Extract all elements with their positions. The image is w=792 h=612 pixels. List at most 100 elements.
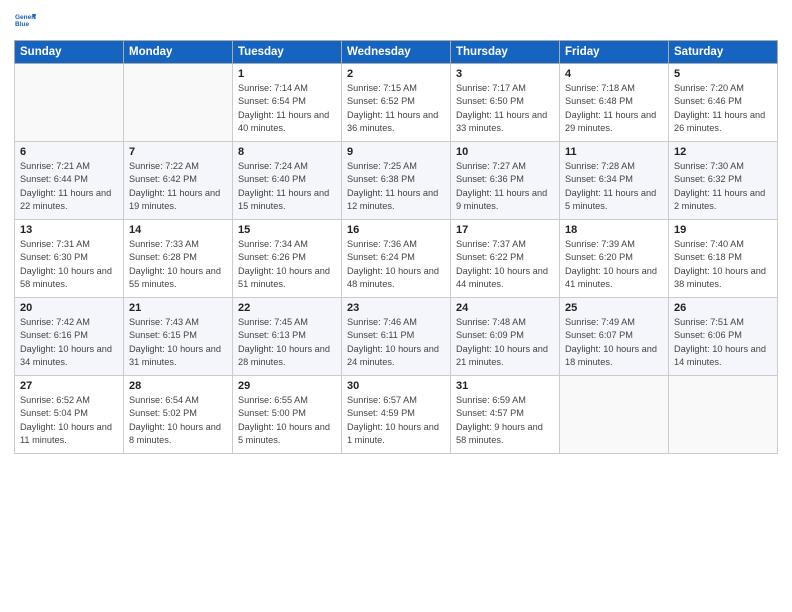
day-detail: Sunrise: 7:42 AM Sunset: 6:16 PM Dayligh… xyxy=(20,316,118,369)
day-detail: Sunrise: 7:48 AM Sunset: 6:09 PM Dayligh… xyxy=(456,316,554,369)
day-number: 27 xyxy=(20,380,118,392)
day-detail: Sunrise: 7:14 AM Sunset: 6:54 PM Dayligh… xyxy=(238,82,336,135)
page-header: General Blue xyxy=(14,10,778,32)
day-cell: 23 Sunrise: 7:46 AM Sunset: 6:11 PM Dayli… xyxy=(342,298,451,376)
day-cell: 26Sunrise: 7:51 AM Sunset: 6:06 PM Dayli… xyxy=(669,298,778,376)
day-detail: Sunrise: 7:46 AM Sunset: 6:11 PM Dayligh… xyxy=(347,316,445,369)
day-cell: 2 Sunrise: 7:15 AM Sunset: 6:52 PM Daylig… xyxy=(342,64,451,142)
day-cell: 27 Sunrise: 6:52 AM Sunset: 5:04 PM Dayli… xyxy=(15,376,124,454)
day-number: 9 xyxy=(347,146,445,158)
day-cell: 24 Sunrise: 7:48 AM Sunset: 6:09 PM Dayli… xyxy=(451,298,560,376)
day-cell: 13 Sunrise: 7:31 AM Sunset: 6:30 PM Dayli… xyxy=(15,220,124,298)
day-number: 31 xyxy=(456,380,554,392)
day-number: 6 xyxy=(20,146,118,158)
day-cell: 16Sunrise: 7:36 AM Sunset: 6:24 PM Dayli… xyxy=(342,220,451,298)
day-cell: 31Sunrise: 6:59 AM Sunset: 4:57 PM Dayli… xyxy=(451,376,560,454)
day-number: 30 xyxy=(347,380,445,392)
day-cell: 30Sunrise: 6:57 AM Sunset: 4:59 PM Dayli… xyxy=(342,376,451,454)
day-cell: 12Sunrise: 7:30 AM Sunset: 6:32 PM Dayli… xyxy=(669,142,778,220)
day-number: 4 xyxy=(565,68,663,80)
day-number: 15 xyxy=(238,224,336,236)
day-detail: Sunrise: 7:25 AM Sunset: 6:38 PM Dayligh… xyxy=(347,160,445,213)
day-cell: 10 Sunrise: 7:27 AM Sunset: 6:36 PM Dayli… xyxy=(451,142,560,220)
day-cell xyxy=(560,376,669,454)
day-cell: 20Sunrise: 7:42 AM Sunset: 6:16 PM Dayli… xyxy=(15,298,124,376)
week-row-3: 13 Sunrise: 7:31 AM Sunset: 6:30 PM Dayli… xyxy=(15,220,778,298)
day-cell: 3 Sunrise: 7:17 AM Sunset: 6:50 PM Daylig… xyxy=(451,64,560,142)
day-detail: Sunrise: 7:37 AM Sunset: 6:22 PM Dayligh… xyxy=(456,238,554,291)
day-cell: 14 Sunrise: 7:33 AM Sunset: 6:28 PM Dayli… xyxy=(124,220,233,298)
day-detail: Sunrise: 7:33 AM Sunset: 6:28 PM Dayligh… xyxy=(129,238,227,291)
day-detail: Sunrise: 7:27 AM Sunset: 6:36 PM Dayligh… xyxy=(456,160,554,213)
day-number: 10 xyxy=(456,146,554,158)
day-detail: Sunrise: 7:45 AM Sunset: 6:13 PM Dayligh… xyxy=(238,316,336,369)
day-number: 23 xyxy=(347,302,445,314)
day-number: 28 xyxy=(129,380,227,392)
day-number: 26 xyxy=(674,302,772,314)
day-number: 14 xyxy=(129,224,227,236)
day-detail: Sunrise: 7:18 AM Sunset: 6:48 PM Dayligh… xyxy=(565,82,663,135)
day-detail: Sunrise: 7:40 AM Sunset: 6:18 PM Dayligh… xyxy=(674,238,772,291)
day-number: 24 xyxy=(456,302,554,314)
day-cell: 22 Sunrise: 7:45 AM Sunset: 6:13 PM Dayli… xyxy=(233,298,342,376)
day-number: 3 xyxy=(456,68,554,80)
day-detail: Sunrise: 7:39 AM Sunset: 6:20 PM Dayligh… xyxy=(565,238,663,291)
header-cell-sunday: Sunday xyxy=(15,41,124,64)
day-number: 16 xyxy=(347,224,445,236)
day-detail: Sunrise: 7:34 AM Sunset: 6:26 PM Dayligh… xyxy=(238,238,336,291)
day-number: 8 xyxy=(238,146,336,158)
day-detail: Sunrise: 6:55 AM Sunset: 5:00 PM Dayligh… xyxy=(238,394,336,447)
day-cell: 8 Sunrise: 7:24 AM Sunset: 6:40 PM Daylig… xyxy=(233,142,342,220)
day-cell: 25 Sunrise: 7:49 AM Sunset: 6:07 PM Dayli… xyxy=(560,298,669,376)
day-cell: 1 Sunrise: 7:14 AM Sunset: 6:54 PM Daylig… xyxy=(233,64,342,142)
day-cell: 29 Sunrise: 6:55 AM Sunset: 5:00 PM Dayli… xyxy=(233,376,342,454)
day-detail: Sunrise: 6:54 AM Sunset: 5:02 PM Dayligh… xyxy=(129,394,227,447)
day-number: 13 xyxy=(20,224,118,236)
day-number: 22 xyxy=(238,302,336,314)
header-cell-thursday: Thursday xyxy=(451,41,560,64)
day-detail: Sunrise: 7:22 AM Sunset: 6:42 PM Dayligh… xyxy=(129,160,227,213)
day-number: 7 xyxy=(129,146,227,158)
day-detail: Sunrise: 7:21 AM Sunset: 6:44 PM Dayligh… xyxy=(20,160,118,213)
logo: General Blue xyxy=(14,10,38,32)
day-detail: Sunrise: 7:24 AM Sunset: 6:40 PM Dayligh… xyxy=(238,160,336,213)
svg-text:Blue: Blue xyxy=(15,21,29,28)
day-number: 29 xyxy=(238,380,336,392)
day-detail: Sunrise: 7:31 AM Sunset: 6:30 PM Dayligh… xyxy=(20,238,118,291)
day-cell: 28 Sunrise: 6:54 AM Sunset: 5:02 PM Dayli… xyxy=(124,376,233,454)
day-cell: 7 Sunrise: 7:22 AM Sunset: 6:42 PM Daylig… xyxy=(124,142,233,220)
day-number: 11 xyxy=(565,146,663,158)
day-cell: 21Sunrise: 7:43 AM Sunset: 6:15 PM Dayli… xyxy=(124,298,233,376)
day-number: 2 xyxy=(347,68,445,80)
day-cell: 6 Sunrise: 7:21 AM Sunset: 6:44 PM Daylig… xyxy=(15,142,124,220)
day-detail: Sunrise: 6:52 AM Sunset: 5:04 PM Dayligh… xyxy=(20,394,118,447)
day-cell: 15 Sunrise: 7:34 AM Sunset: 6:26 PM Dayli… xyxy=(233,220,342,298)
header-cell-wednesday: Wednesday xyxy=(342,41,451,64)
day-detail: Sunrise: 7:17 AM Sunset: 6:50 PM Dayligh… xyxy=(456,82,554,135)
day-number: 1 xyxy=(238,68,336,80)
header-cell-monday: Monday xyxy=(124,41,233,64)
day-detail: Sunrise: 7:30 AM Sunset: 6:32 PM Dayligh… xyxy=(674,160,772,213)
day-number: 5 xyxy=(674,68,772,80)
day-cell: 9 Sunrise: 7:25 AM Sunset: 6:38 PM Daylig… xyxy=(342,142,451,220)
day-number: 18 xyxy=(565,224,663,236)
day-cell xyxy=(669,376,778,454)
day-detail: Sunrise: 7:28 AM Sunset: 6:34 PM Dayligh… xyxy=(565,160,663,213)
day-detail: Sunrise: 7:20 AM Sunset: 6:46 PM Dayligh… xyxy=(674,82,772,135)
header-cell-tuesday: Tuesday xyxy=(233,41,342,64)
day-cell xyxy=(124,64,233,142)
day-cell: 17Sunrise: 7:37 AM Sunset: 6:22 PM Dayli… xyxy=(451,220,560,298)
day-number: 19 xyxy=(674,224,772,236)
day-cell: 4 Sunrise: 7:18 AM Sunset: 6:48 PM Daylig… xyxy=(560,64,669,142)
calendar-table: SundayMondayTuesdayWednesdayThursdayFrid… xyxy=(14,40,778,454)
day-detail: Sunrise: 7:49 AM Sunset: 6:07 PM Dayligh… xyxy=(565,316,663,369)
week-row-5: 27 Sunrise: 6:52 AM Sunset: 5:04 PM Dayli… xyxy=(15,376,778,454)
week-row-4: 20Sunrise: 7:42 AM Sunset: 6:16 PM Dayli… xyxy=(15,298,778,376)
day-cell: 11 Sunrise: 7:28 AM Sunset: 6:34 PM Dayli… xyxy=(560,142,669,220)
day-cell xyxy=(15,64,124,142)
week-row-1: 1 Sunrise: 7:14 AM Sunset: 6:54 PM Daylig… xyxy=(15,64,778,142)
header-cell-friday: Friday xyxy=(560,41,669,64)
day-number: 25 xyxy=(565,302,663,314)
day-number: 21 xyxy=(129,302,227,314)
day-detail: Sunrise: 7:15 AM Sunset: 6:52 PM Dayligh… xyxy=(347,82,445,135)
